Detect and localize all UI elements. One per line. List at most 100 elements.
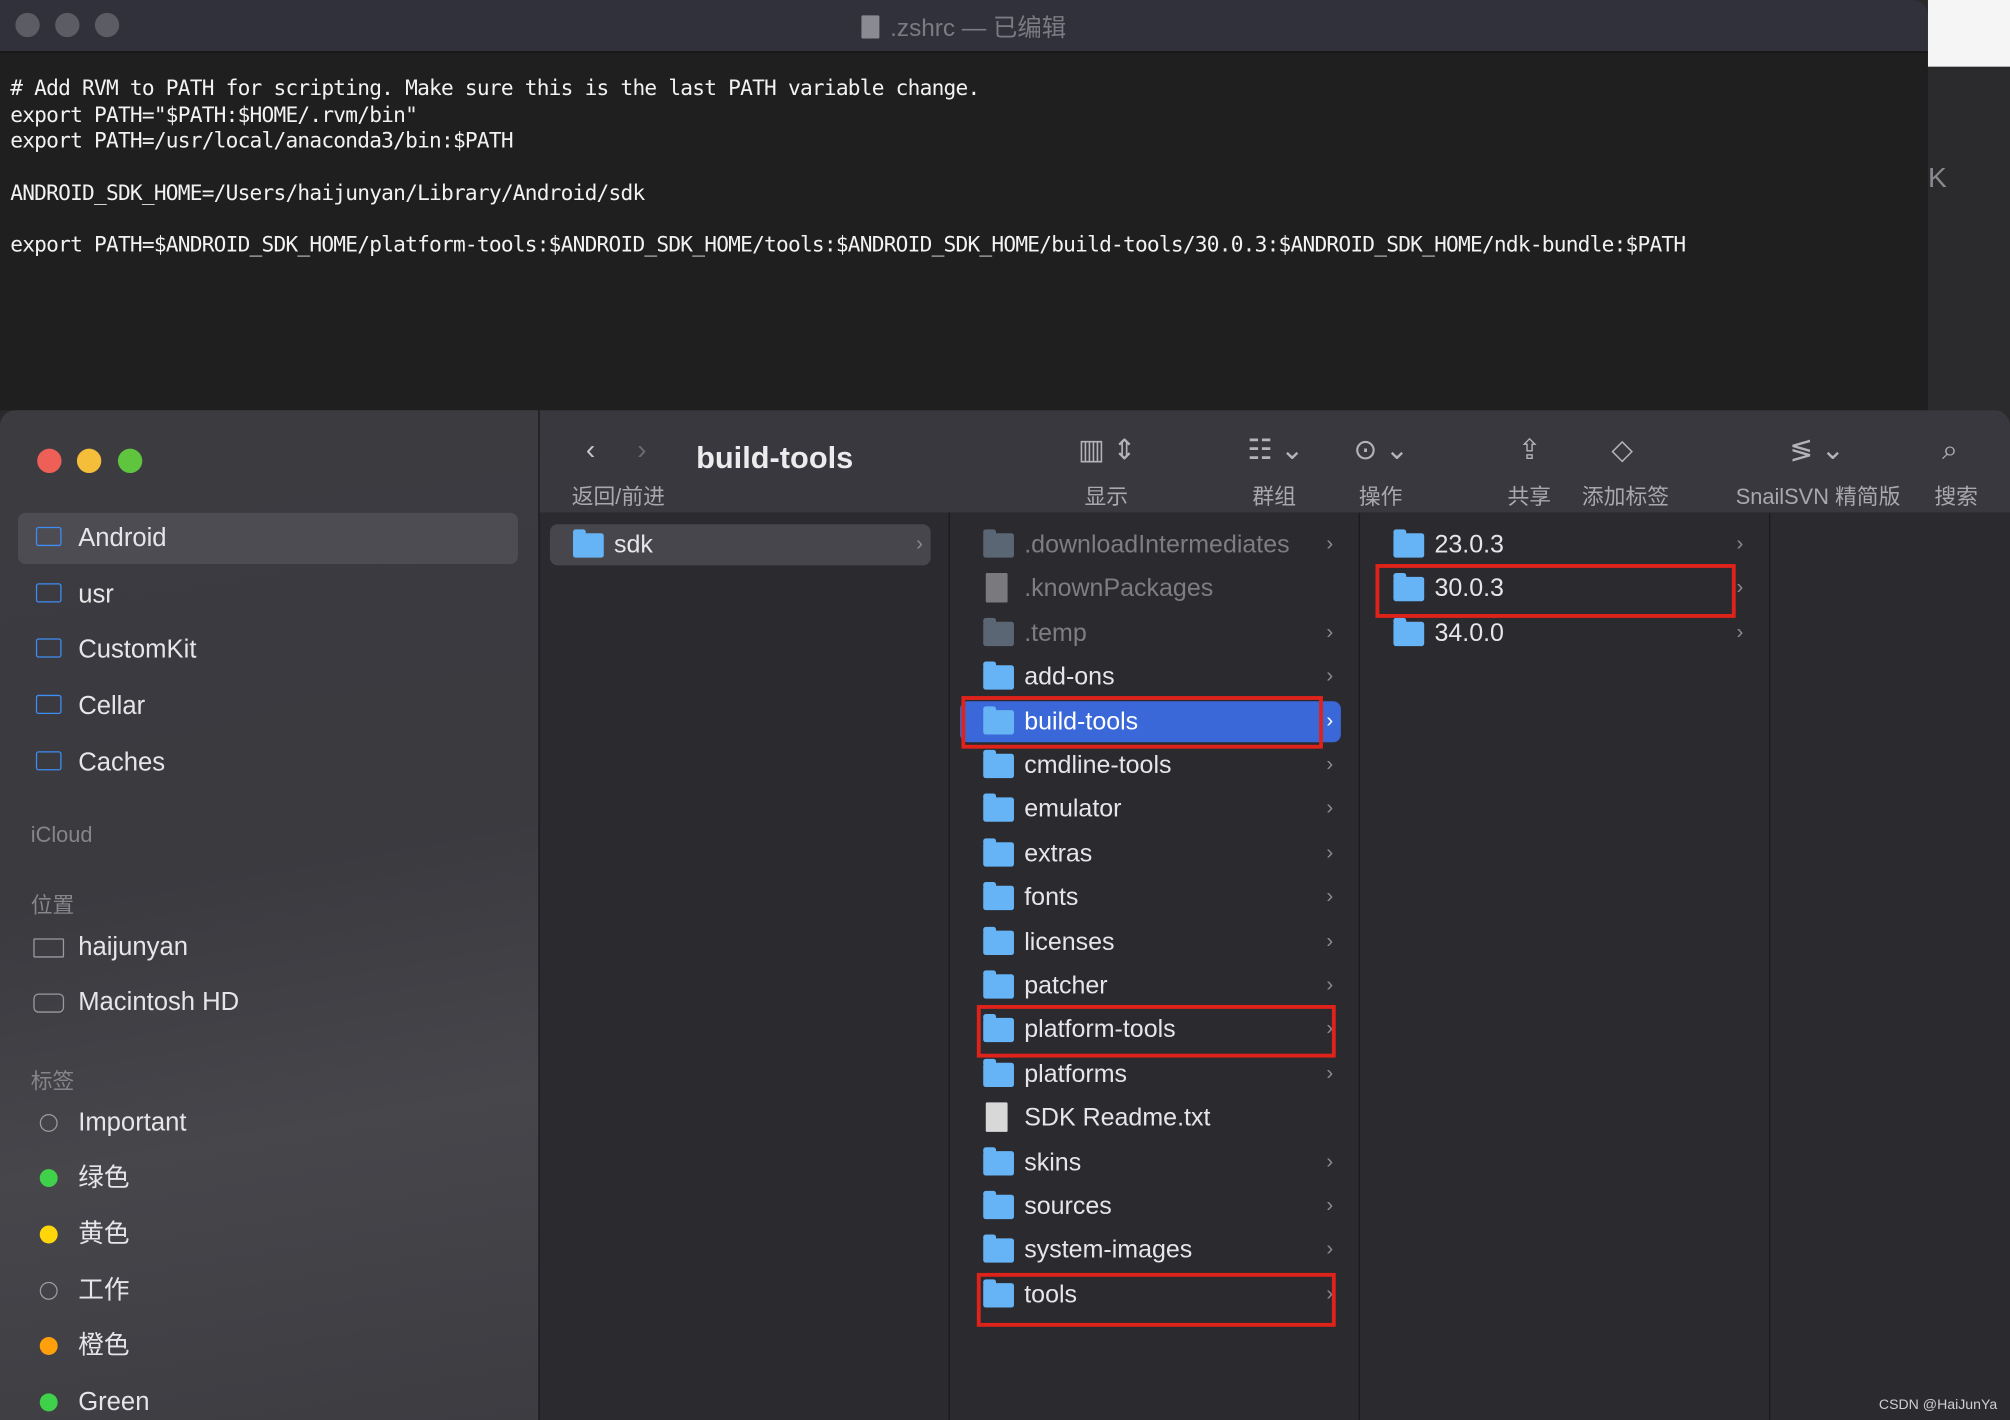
chevron-right-icon: › [1326,886,1334,908]
item-name: platforms [1024,1059,1128,1089]
file-name: .zshrc [890,15,956,43]
column-1[interactable]: sdk › [539,512,950,1420]
list-item[interactable]: add-ons › [960,657,1341,698]
list-item[interactable]: cmdline-tools › [960,745,1341,786]
toolbar: ‹ › 返回/前进 build-tools ▥ ⇕ 显示 ☷ ⌄ 群组 ⊙ ⌄ … [539,410,2010,515]
chevron-right-icon: › [1326,709,1334,732]
back-forward-label: 返回/前进 [571,484,665,509]
folder-icon [983,926,1014,955]
column-3[interactable]: 23.0.3 › 30.0.3 › 34.0.0 › [1360,512,1771,1420]
sidebar-item-caches[interactable]: Caches [18,737,518,788]
item-name: .knownPackages [1024,574,1214,603]
snailsvn-icon[interactable]: ≶ ⌄ [1790,433,1845,466]
laptop-icon [33,938,65,958]
sidebar-item-tag[interactable]: 绿色 [18,1152,518,1203]
code-line[interactable]: export PATH="$PATH:$HOME/.rvm/bin" [10,103,418,127]
sidebar-item-tag[interactable]: 黄色 [18,1209,518,1260]
folder-icon [983,661,1014,690]
editor-title-bar: .zshrc — 已编辑 [0,0,1928,53]
chevron-right-icon: › [1326,841,1334,864]
search-label: 搜索 [1934,484,1978,509]
screen: .zshrc — 已编辑 # Add RVM to PATH for scrip… [0,0,2010,1420]
sidebar-section-heading: 位置 [30,893,75,918]
file-icon [985,573,1008,603]
code-line[interactable]: export PATH=$ANDROID_SDK_HOME/platform-t… [10,232,1686,256]
sidebar-item-cellar[interactable]: Cellar [18,681,518,732]
list-item[interactable]: extras › [960,833,1341,874]
item-name: system-images [1024,1236,1193,1265]
minimize-button[interactable] [76,448,102,474]
tag-color-dot-icon [39,1337,58,1355]
sidebar-item-label: Android [78,524,167,553]
item-name: licenses [1024,927,1115,956]
sidebar-item-customkit[interactable]: CustomKit [18,624,518,675]
tag-label: 添加标签 [1581,484,1670,509]
chevron-right-icon: › [1326,753,1334,776]
close-button[interactable] [37,448,62,474]
list-item[interactable]: 34.0.0 › [1370,612,1751,653]
column-view-icon[interactable]: ▥ ⇕ [1078,433,1136,466]
sidebar-item-location[interactable]: Macintosh HD [18,977,518,1028]
list-item[interactable]: fonts › [960,877,1341,918]
share-icon[interactable]: ⇪ [1518,433,1542,466]
folder-icon [983,1234,1014,1264]
sidebar-item-usr[interactable]: usr [18,569,518,620]
folder-icon [983,749,1014,779]
list-item[interactable]: 23.0.3 › [1370,524,1751,565]
chevron-right-icon: › [1326,533,1334,556]
sidebar-item-tag[interactable]: 橙色 [18,1320,518,1371]
tag-color-dot-icon [39,1225,58,1244]
list-item[interactable]: .downloadIntermediates › [960,524,1341,565]
sidebar-section-heading: 标签 [30,1069,75,1094]
action-icon[interactable]: ⊙ ⌄ [1354,433,1409,466]
item-name: fonts [1024,883,1079,912]
list-item[interactable]: SDK Readme.txt [960,1098,1341,1139]
action-label: 操作 [1358,484,1403,509]
document-icon [861,15,880,39]
text-editor-window: .zshrc — 已编辑 # Add RVM to PATH for scrip… [0,0,1928,411]
code-line[interactable]: export PATH=/usr/local/anaconda3/bin:$PA… [10,128,513,152]
highlight-box [961,696,1323,749]
zoom-button[interactable] [117,448,143,474]
highlight-box [1375,564,1736,618]
item-name: sdk [614,530,653,559]
edited-status: — 已编辑 [961,15,1067,43]
list-item[interactable]: .temp › [960,612,1341,653]
list-item[interactable]: skins › [960,1142,1341,1183]
list-item[interactable]: system-images › [960,1230,1341,1271]
list-item[interactable]: .knownPackages [960,568,1341,609]
list-item[interactable]: emulator › [960,789,1341,830]
code-line[interactable]: # Add RVM to PATH for scripting. Make su… [10,76,980,100]
column-4[interactable] [1770,512,2010,1420]
code-line[interactable]: ANDROID_SDK_HOME=/Users/haijunyan/Librar… [10,181,645,205]
sidebar-item-android[interactable]: Android [17,512,518,565]
list-item[interactable]: patcher › [960,965,1341,1006]
sidebar: Android usr CustomKit Cellar Caches iCloud 位置标… [0,410,540,1420]
background-window [1927,0,2010,67]
list-item[interactable]: platforms › [960,1053,1341,1094]
sidebar-item-tag[interactable]: Important [18,1097,518,1148]
sidebar-item-tag[interactable]: Green [18,1377,518,1420]
sidebar-item-location[interactable]: haijunyan [18,922,518,973]
tag-icon[interactable]: ◇ [1611,433,1633,466]
list-item[interactable]: sdk › [549,524,931,566]
forward-icon[interactable]: › [637,433,646,466]
back-icon[interactable]: ‹ [586,433,595,466]
group-label: 群组 [1252,484,1297,509]
item-name: .downloadIntermediates [1024,530,1290,559]
folder-icon [35,526,62,547]
sidebar-section-heading: iCloud [30,822,93,848]
list-item[interactable]: licenses › [960,921,1341,962]
search-icon[interactable]: ⌕ [1942,433,1958,466]
item-name: add-ons [1024,662,1115,692]
folder-icon [983,617,1014,646]
sidebar-item-label: Macintosh HD [78,988,240,1017]
sidebar-item-tag[interactable]: 工作 [18,1265,518,1316]
list-item[interactable]: sources › [960,1186,1341,1227]
window-title: .zshrc — 已编辑 [0,9,1928,44]
group-icon[interactable]: ☷ ⌄ [1247,433,1304,466]
chevron-right-icon: › [1326,665,1334,688]
view-label: 显示 [1084,484,1129,509]
item-name: SDK Readme.txt [1024,1103,1211,1133]
folder-icon [35,694,62,715]
